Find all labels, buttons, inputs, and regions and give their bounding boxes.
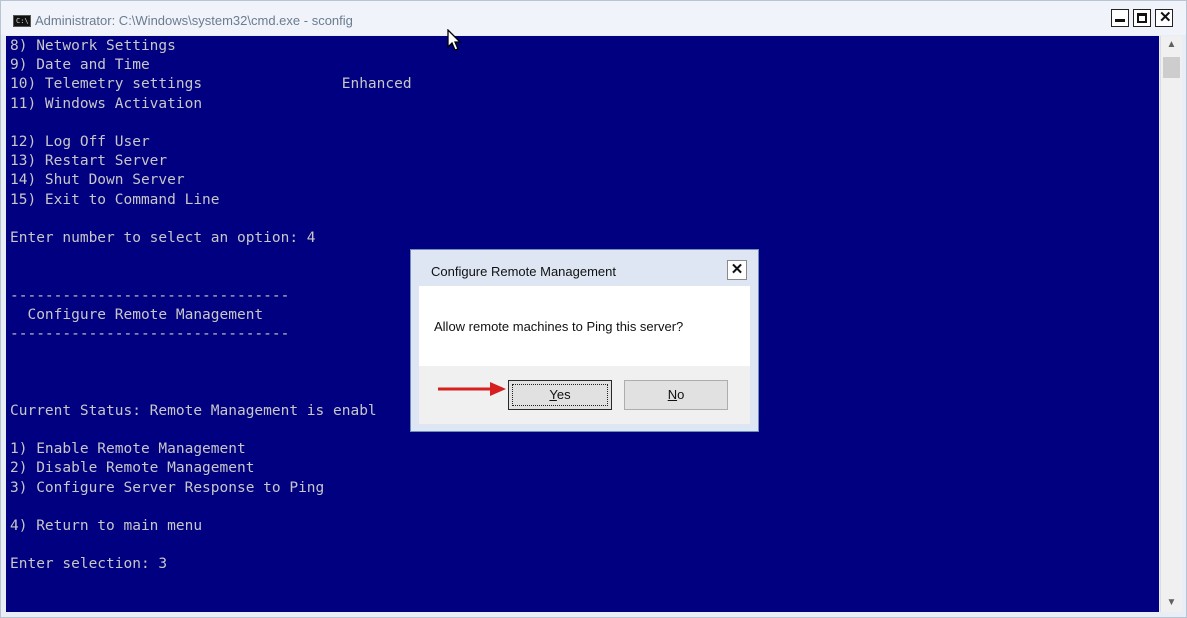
scroll-up-icon[interactable]: ▲ <box>1161 36 1182 54</box>
title-bar[interactable]: C:\ Administrator: C:\Windows\system32\c… <box>1 1 1186 35</box>
no-button[interactable]: No <box>624 380 728 410</box>
console-line: 11) Windows Activation <box>10 95 203 112</box>
dialog-message: Allow remote machines to Ping this serve… <box>434 319 684 334</box>
maximize-button[interactable] <box>1133 9 1151 27</box>
console-line: Enter selection: 3 <box>10 556 168 573</box>
console-line: 15) Exit to Command Line <box>10 191 220 208</box>
dialog-close-button[interactable]: ✕ <box>727 260 747 280</box>
console-line: 9) Date and Time <box>10 57 150 74</box>
configure-remote-management-dialog: Configure Remote Management ✕ Allow remo… <box>410 249 759 432</box>
console-line: 10) Telemetry settings Enhanced <box>10 76 412 93</box>
yes-button-label-rest: es <box>556 387 571 402</box>
red-arrow-annotation-icon <box>438 382 506 396</box>
no-button-label-rest: o <box>677 387 685 402</box>
console-line: 13) Restart Server <box>10 153 168 170</box>
scroll-down-icon[interactable]: ▼ <box>1161 594 1182 612</box>
close-icon: ✕ <box>730 261 744 278</box>
vertical-scrollbar[interactable]: ▲ ▼ <box>1160 36 1182 612</box>
console-line: 3) Configure Server Response to Ping <box>10 479 325 496</box>
console-line: Current Status: Remote Management is ena… <box>10 402 377 419</box>
console-line: 2) Disable Remote Management <box>10 460 255 477</box>
cmd-icon: C:\ <box>13 15 31 27</box>
dialog-body: Allow remote machines to Ping this serve… <box>419 286 750 366</box>
console-line: Configure Remote Management <box>10 306 264 323</box>
mouse-cursor-icon <box>447 29 462 51</box>
console-line: 8) Network Settings <box>10 38 176 54</box>
console-line: 12) Log Off User <box>10 134 150 151</box>
console-line: -------------------------------- <box>10 326 290 343</box>
yes-button[interactable]: Yes <box>508 380 612 410</box>
console-text: 8) Network Settings 9) Date and Time 10)… <box>10 37 412 575</box>
close-button[interactable]: ✕ <box>1155 9 1173 27</box>
console-line: Enter number to select an option: 4 <box>10 230 316 247</box>
yes-button-label: Y <box>549 387 557 402</box>
console-line: -------------------------------- <box>10 287 290 304</box>
scroll-thumb[interactable] <box>1163 57 1180 78</box>
console-line: 14) Shut Down Server <box>10 172 185 189</box>
window-title: Administrator: C:\Windows\system32\cmd.e… <box>35 13 353 28</box>
minimize-button[interactable] <box>1111 9 1129 27</box>
close-icon: ✕ <box>1159 9 1172 26</box>
console-line: 1) Enable Remote Management <box>10 441 246 458</box>
no-button-label: N <box>667 387 678 402</box>
console-line: 4) Return to main menu <box>10 518 203 535</box>
dialog-title: Configure Remote Management <box>431 264 616 279</box>
